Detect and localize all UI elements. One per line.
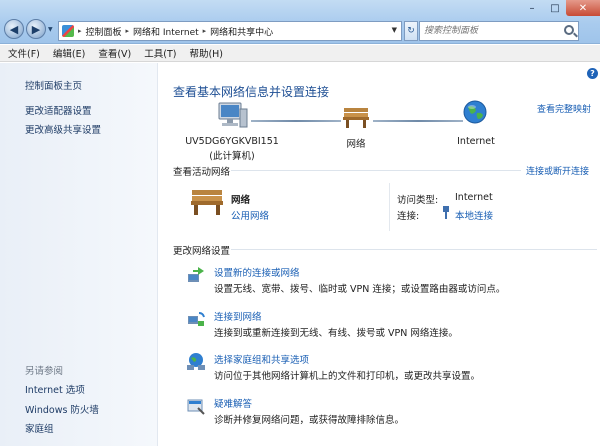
search-box[interactable] — [419, 21, 579, 41]
breadcrumb-network-internet[interactable]: 网络和 Internet — [133, 25, 199, 38]
change-settings-heading: 更改网络设置 — [173, 246, 231, 257]
page-title: 查看基本网络信息并设置连接 — [173, 85, 330, 99]
menu-view[interactable]: 查看(V) — [98, 46, 131, 60]
network-label: 网络 — [346, 139, 366, 150]
new-connection-icon — [188, 267, 204, 282]
active-networks-heading: 查看活动网络 — [173, 167, 231, 178]
address-dropdown-icon[interactable]: ▼ — [392, 26, 397, 34]
back-button[interactable]: ◀ — [4, 19, 24, 39]
refresh-button[interactable]: ↻ — [404, 21, 418, 41]
see-also-heading: 另请参阅 — [25, 366, 64, 377]
menu-tools[interactable]: 工具(T) — [144, 46, 176, 60]
address-bar[interactable]: ▸ 控制面板 ▸ 网络和 Internet ▸ 网络和共享中心 ▼ — [58, 21, 402, 41]
breadcrumb-separator[interactable]: ▸ — [126, 27, 130, 35]
internet-label: Internet — [457, 136, 495, 147]
title-bar: – □ ✕ ◀ ▶ ▼ ▸ 控制面板 ▸ 网络和 Internet ▸ 网络和共… — [0, 0, 600, 44]
ethernet-icon — [443, 206, 449, 219]
connections-label: 连接: — [397, 211, 420, 222]
task-troubleshoot-desc: 诊断并修复网络问题，或获得故障排除信息。 — [214, 415, 405, 426]
access-type-value: Internet — [455, 192, 493, 203]
task-setup-new-connection[interactable]: 设置新的连接或网络 — [214, 265, 300, 279]
see-full-map-link[interactable]: 查看完整映射 — [537, 102, 591, 115]
divider — [231, 249, 597, 250]
computer-icon[interactable] — [213, 99, 249, 133]
network-bench-icon[interactable] — [342, 105, 370, 129]
sidebar-item-change-advanced-sharing[interactable]: 更改高级共享设置 — [25, 122, 101, 136]
menu-edit[interactable]: 编辑(E) — [53, 46, 85, 60]
sidebar-item-change-adapter-settings[interactable]: 更改适配器设置 — [25, 103, 92, 117]
task-setup-new-connection-desc: 设置无线、宽带、拨号、临时或 VPN 连接；或设置路由器或访问点。 — [214, 284, 506, 295]
help-icon[interactable]: ? — [587, 68, 598, 79]
task-homegroup-sharing-desc: 访问位于其他网络计算机上的文件和打印机，或更改共享设置。 — [214, 371, 481, 382]
active-network-name: 网络 — [231, 195, 251, 206]
see-also-windows-firewall[interactable]: Windows 防火墙 — [25, 402, 99, 416]
minimize-button[interactable]: – — [520, 0, 544, 16]
internet-globe-icon[interactable] — [462, 99, 488, 125]
see-also-homegroup[interactable]: 家庭组 — [25, 421, 54, 435]
connect-network-icon — [188, 312, 205, 326]
connect-disconnect-link[interactable]: 连接或断开连接 — [526, 164, 589, 177]
sidebar-item-control-panel-home[interactable]: 控制面板主页 — [25, 78, 82, 92]
divider — [231, 170, 521, 171]
menu-file[interactable]: 文件(F) — [8, 46, 40, 60]
main-content: ? 查看基本网络信息并设置连接 查看完整映射 UV5DG6YGKVBI151 (… — [159, 63, 600, 446]
task-homegroup-sharing[interactable]: 选择家庭组和共享选项 — [214, 352, 309, 366]
breadcrumb-separator[interactable]: ▸ — [203, 27, 207, 35]
computer-sub-label: (此计算机) — [209, 151, 255, 162]
local-connection-link[interactable]: 本地连接 — [455, 208, 493, 222]
left-nav-pane: 控制面板主页 更改适配器设置 更改高级共享设置 另请参阅 Internet 选项… — [0, 63, 158, 446]
breadcrumb-network-sharing-center[interactable]: 网络和共享中心 — [210, 25, 273, 38]
troubleshoot-icon — [187, 399, 205, 415]
divider — [389, 183, 390, 231]
connection-line — [251, 120, 341, 122]
connection-line — [373, 120, 463, 122]
menu-help[interactable]: 帮助(H) — [189, 46, 223, 60]
network-type-link[interactable]: 公用网络 — [231, 208, 269, 222]
task-troubleshoot[interactable]: 疑难解答 — [214, 396, 252, 410]
task-connect-to-network-desc: 连接到或重新连接到无线、有线、拨号或 VPN 网络连接。 — [214, 328, 458, 339]
see-also-internet-options[interactable]: Internet 选项 — [25, 382, 85, 396]
menu-bar: 文件(F) 编辑(E) 查看(V) 工具(T) 帮助(H) — [0, 45, 600, 62]
network-bench-icon — [191, 190, 223, 215]
recent-pages-dropdown-icon[interactable]: ▼ — [48, 26, 53, 33]
computer-name-label: UV5DG6YGKVBI151 — [185, 136, 279, 147]
task-connect-to-network[interactable]: 连接到网络 — [214, 309, 262, 323]
search-input[interactable] — [420, 22, 558, 40]
search-icon[interactable] — [564, 25, 574, 35]
breadcrumb-separator: ▸ — [78, 27, 82, 35]
close-button[interactable]: ✕ — [566, 0, 600, 16]
control-panel-icon — [62, 25, 74, 37]
homegroup-icon — [187, 353, 205, 370]
maximize-button[interactable]: □ — [544, 0, 566, 16]
access-type-label: 访问类型: — [397, 195, 439, 206]
forward-button[interactable]: ▶ — [26, 19, 46, 39]
breadcrumb-control-panel[interactable]: 控制面板 — [86, 25, 122, 38]
